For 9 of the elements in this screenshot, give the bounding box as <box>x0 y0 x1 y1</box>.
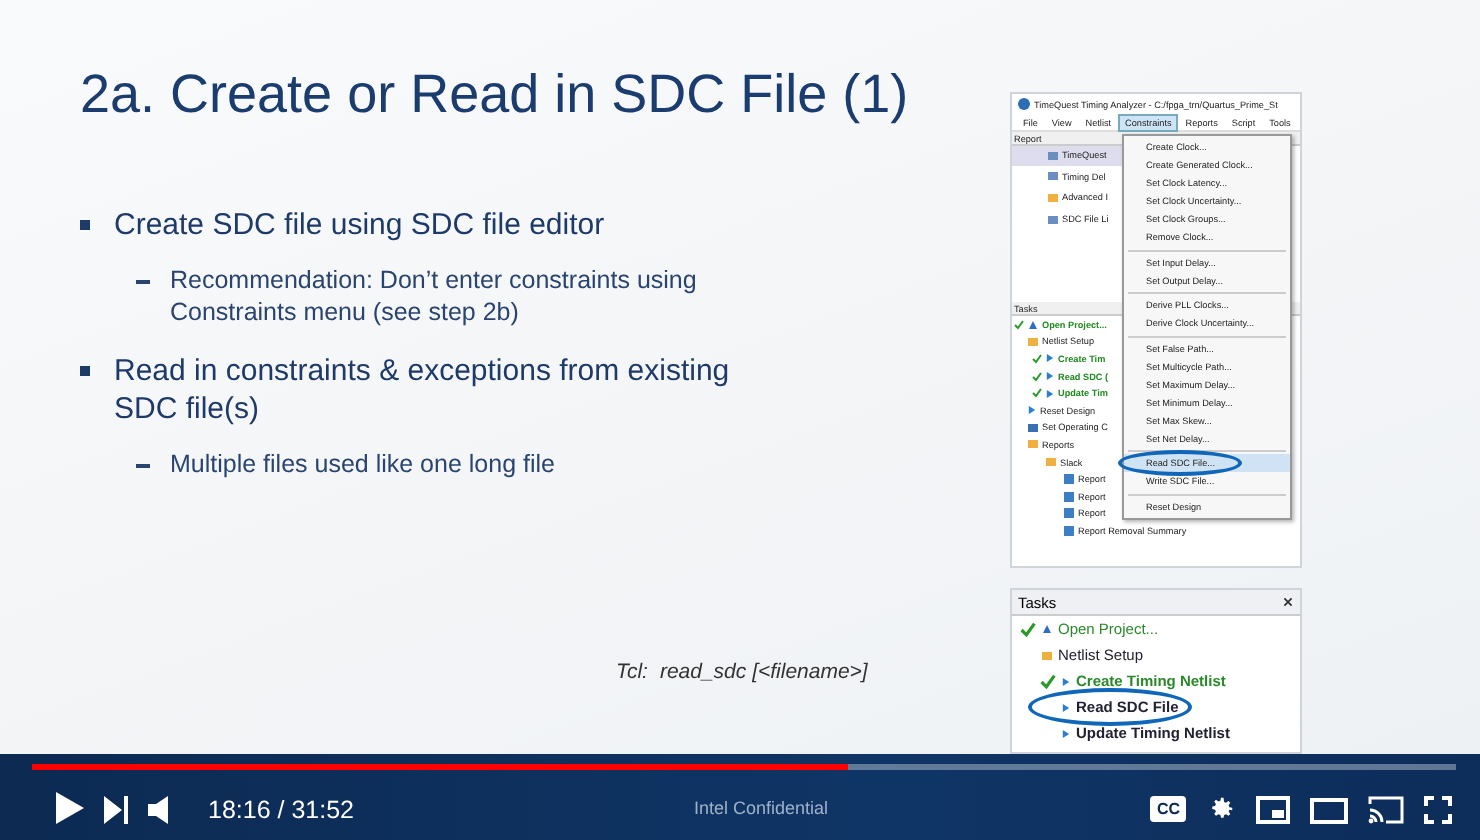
tcl-command: read_sdc [<filename>] <box>659 660 868 684</box>
sub-bullet-text: Multiple files used like one long file <box>170 448 555 480</box>
slide-footer: Intel Confidential <box>693 798 829 818</box>
slide-title: 2a. Create or Read in SDC File (1) <box>80 64 911 126</box>
bullet-text: Create SDC file using SDC file editor <box>114 206 605 244</box>
tcl-label: Tcl: <box>616 660 648 684</box>
sub-bullet-text: Recommendation: Don’t enter constraints using Constraints menu (see step 2b) <box>170 264 699 328</box>
time-display: 18:16 / 31:52 <box>208 796 354 824</box>
bullet-text: Read in constraints & exceptions from existing SDC file(s) <box>114 352 732 428</box>
